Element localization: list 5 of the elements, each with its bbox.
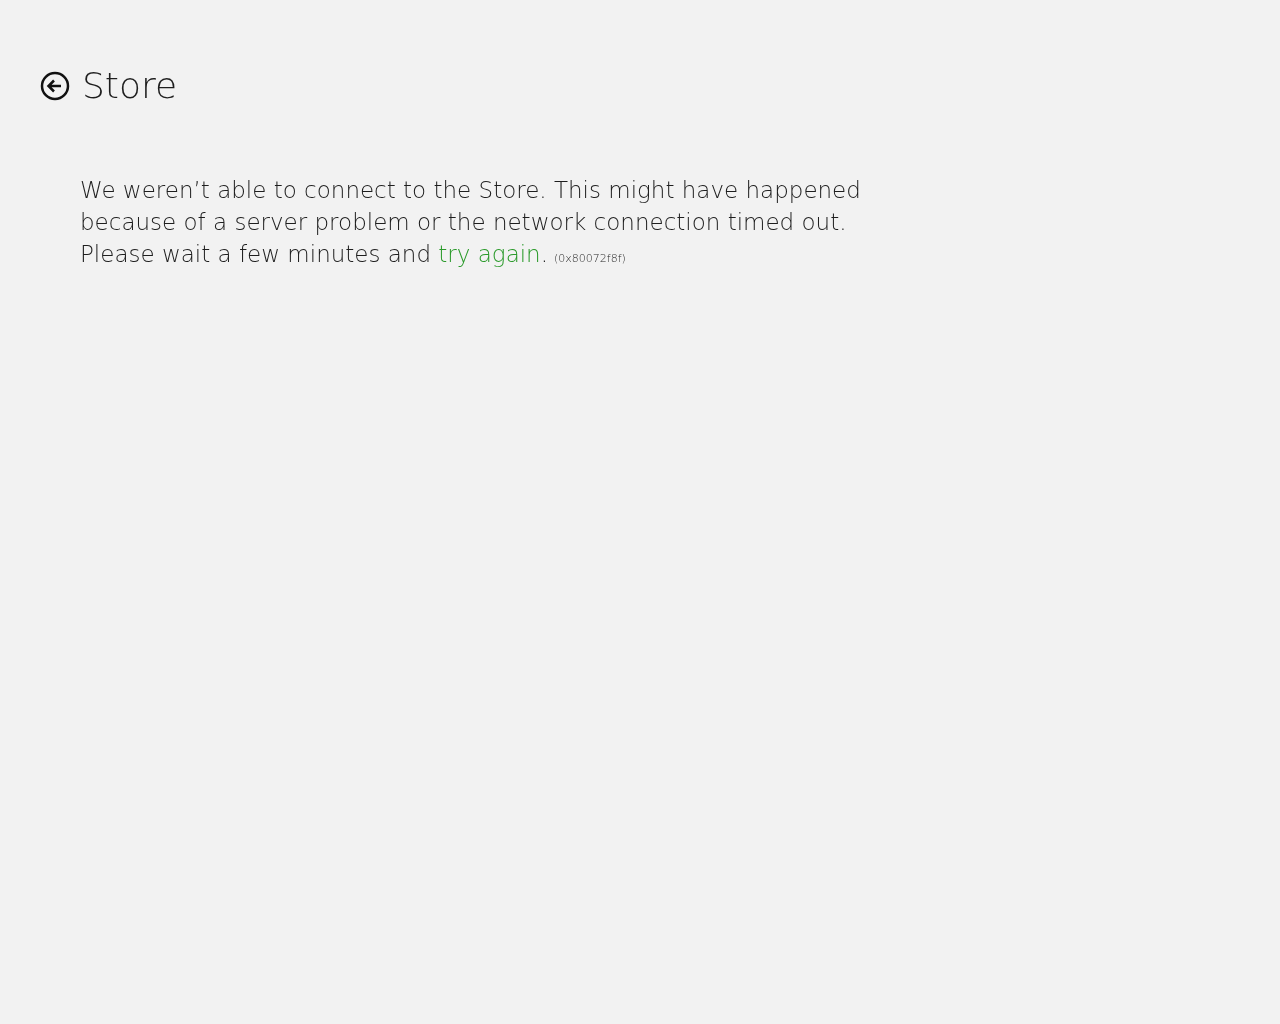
try-again-link[interactable]: try again	[438, 241, 541, 267]
error-message: We weren’t able to connect to the Store. This might have happened because of a server problem or the network connection timed out. Please wait a few minutes and try again. (0x80072f8f)	[80, 176, 862, 269]
page-title: Store	[82, 64, 178, 108]
back-button[interactable]	[40, 71, 70, 101]
error-code: (0x80072f8f)	[554, 252, 626, 265]
